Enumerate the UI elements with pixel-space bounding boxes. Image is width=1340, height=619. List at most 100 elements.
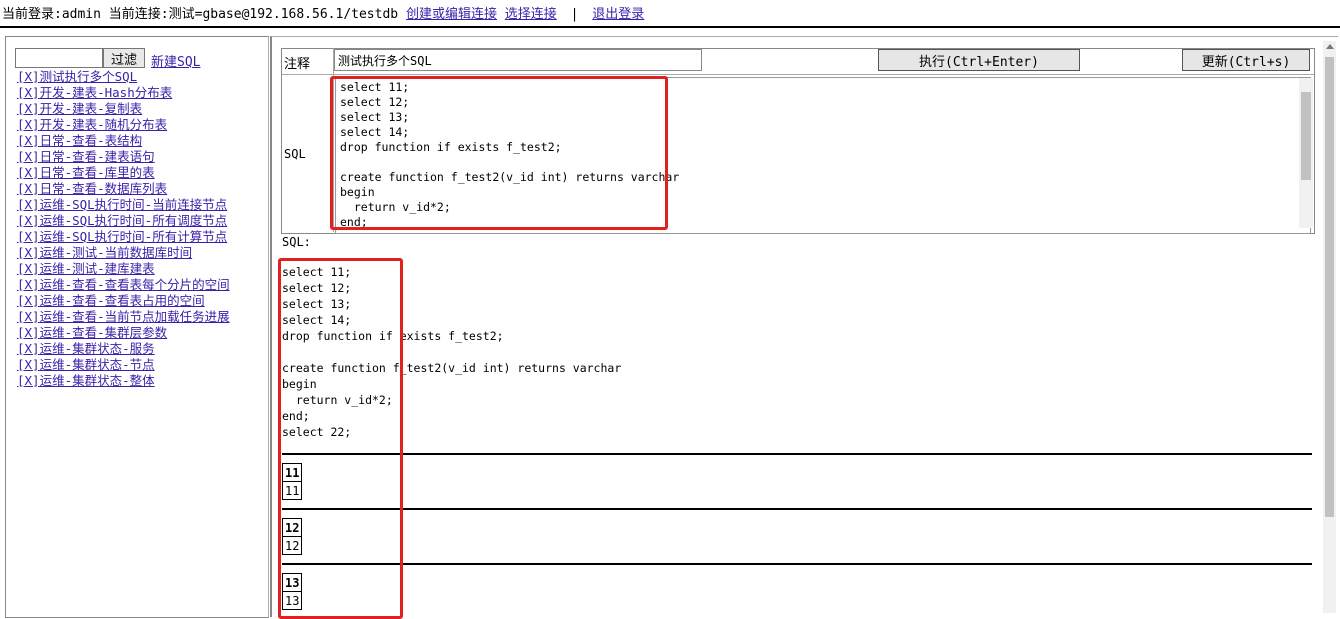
script-list-item: [X]运维-查看-当前节点加载任务进展 (17, 309, 230, 325)
comment-label: 注释 (284, 57, 311, 72)
form-row-divider (282, 74, 1314, 75)
scroll-up-arrow-icon[interactable] (1326, 44, 1334, 49)
page-scroll-thumb[interactable] (1325, 57, 1334, 517)
script-list-item: [X]运维-SQL执行时间-所有调度节点 (17, 213, 230, 229)
top-bar: 当前登录:admin 当前连接:测试=gbase@192.168.56.1/te… (2, 3, 644, 22)
script-link[interactable]: 运维-集群状态-节点 (40, 357, 155, 372)
delete-script-link[interactable]: [X] (17, 165, 40, 180)
script-list-item: [X]运维-测试-建库建表 (17, 261, 230, 277)
select-connection-link[interactable]: 选择连接 (505, 7, 557, 22)
script-link[interactable]: 日常-查看-建表语句 (40, 149, 155, 164)
delete-script-link[interactable]: [X] (17, 69, 40, 84)
script-list-item: [X]日常-查看-建表语句 (17, 149, 230, 165)
execute-button[interactable]: 执行(Ctrl+Enter) (878, 49, 1080, 71)
script-list-item: [X]运维-集群状态-节点 (17, 357, 230, 373)
delete-script-link[interactable]: [X] (17, 213, 40, 228)
script-list-item: [X]运维-集群状态-整体 (17, 373, 230, 389)
result-cell: 13 (281, 591, 303, 610)
script-link[interactable]: 开发-建表-随机分布表 (40, 117, 168, 132)
delete-script-link[interactable]: [X] (17, 325, 40, 340)
filter-input[interactable] (15, 48, 103, 68)
create-edit-connection-link[interactable]: 创建或编辑连接 (406, 7, 497, 22)
script-list-item: [X]运维-查看-集群层参数 (17, 325, 230, 341)
result-block: 12 12 (281, 508, 1312, 555)
editor-scrollbar[interactable] (1299, 78, 1313, 228)
separator: | (570, 7, 579, 22)
delete-script-link[interactable]: [X] (17, 149, 40, 164)
script-list-item: [X]测试执行多个SQL (17, 69, 230, 85)
delete-script-link[interactable]: [X] (17, 101, 40, 116)
editor-scroll-thumb[interactable] (1301, 92, 1311, 180)
delete-script-link[interactable]: [X] (17, 373, 40, 388)
result-divider (282, 453, 1312, 455)
delete-script-link[interactable]: [X] (17, 341, 40, 356)
delete-script-link[interactable]: [X] (17, 85, 40, 100)
script-link[interactable]: 日常-查看-表结构 (40, 133, 143, 148)
result-sql-label: SQL: (282, 235, 311, 249)
script-link[interactable]: 运维-查看-查看表每个分片的空间 (40, 277, 230, 292)
delete-script-link[interactable]: [X] (17, 293, 40, 308)
result-table: 13 13 (281, 573, 303, 610)
header-divider (0, 26, 1340, 28)
script-list: [X]测试执行多个SQL [X]开发-建表-Hash分布表 [X]开发-建表-复制表… (17, 69, 230, 389)
delete-script-link[interactable]: [X] (17, 261, 40, 276)
result-block: 11 11 (281, 453, 1312, 500)
result-table: 11 11 (281, 463, 303, 500)
delete-script-link[interactable]: [X] (17, 229, 40, 244)
script-link[interactable]: 日常-查看-数据库列表 (40, 181, 168, 196)
script-sidebar: 过滤 新建SQL [X]测试执行多个SQL [X]开发-建表-Hash分布表 [X]… (5, 36, 269, 618)
result-column-header: 12 (281, 518, 303, 537)
delete-script-link[interactable]: [X] (17, 197, 40, 212)
script-list-item: [X]开发-建表-复制表 (17, 101, 230, 117)
result-divider (282, 508, 1312, 510)
result-cell: 11 (281, 481, 303, 500)
script-list-item: [X]日常-查看-表结构 (17, 133, 230, 149)
script-list-item: [X]运维-集群状态-服务 (17, 341, 230, 357)
delete-script-link[interactable]: [X] (17, 277, 40, 292)
executed-sql-text: select 11; select 12; select 13; select … (282, 265, 622, 439)
main-panel: 注释 执行(Ctrl+Enter) 更新(Ctrl+s) SQL select … (270, 36, 1338, 617)
new-sql-link[interactable]: 新建SQL (151, 51, 200, 70)
script-link[interactable]: 测试执行多个SQL (40, 69, 138, 84)
result-table: 12 12 (281, 518, 303, 555)
script-link[interactable]: 运维-查看-集群层参数 (40, 325, 168, 340)
delete-script-link[interactable]: [X] (17, 309, 40, 324)
script-link[interactable]: 运维-测试-当前数据库时间 (40, 245, 193, 260)
script-link[interactable]: 运维-集群状态-服务 (40, 341, 155, 356)
script-list-item: [X]运维-SQL执行时间-当前连接节点 (17, 197, 230, 213)
script-link[interactable]: 日常-查看-库里的表 (40, 165, 155, 180)
result-block: 13 13 (281, 563, 1312, 610)
sql-editor[interactable]: select 11; select 12; select 13; select … (335, 77, 1311, 234)
logout-link[interactable]: 退出登录 (592, 7, 644, 22)
result-column-header: 13 (281, 573, 303, 592)
script-link[interactable]: 运维-SQL执行时间-所有计算节点 (40, 229, 228, 244)
delete-script-link[interactable]: [X] (17, 133, 40, 148)
delete-script-link[interactable]: [X] (17, 245, 40, 260)
login-status: 当前登录:admin 当前连接:测试=gbase@192.168.56.1/te… (2, 7, 399, 22)
form-column-divider (333, 48, 334, 232)
script-link[interactable]: 运维-集群状态-整体 (40, 373, 155, 388)
comment-field[interactable] (334, 49, 702, 71)
delete-script-link[interactable]: [X] (17, 181, 40, 196)
script-list-item: [X]开发-建表-Hash分布表 (17, 85, 230, 101)
result-cell: 12 (281, 536, 303, 555)
script-link[interactable]: 运维-查看-当前节点加载任务进展 (40, 309, 230, 324)
delete-script-link[interactable]: [X] (17, 357, 40, 372)
script-link[interactable]: 运维-测试-建库建表 (40, 261, 155, 276)
script-link[interactable]: 运维-SQL执行时间-当前连接节点 (40, 197, 228, 212)
script-list-item: [X]运维-SQL执行时间-所有计算节点 (17, 229, 230, 245)
script-list-item: [X]开发-建表-随机分布表 (17, 117, 230, 133)
result-divider (282, 563, 1312, 565)
sql-label: SQL (284, 147, 306, 161)
update-button[interactable]: 更新(Ctrl+s) (1182, 49, 1310, 71)
script-link[interactable]: 开发-建表-复制表 (40, 101, 143, 116)
script-link[interactable]: 运维-SQL执行时间-所有调度节点 (40, 213, 228, 228)
script-link[interactable]: 运维-查看-查看表占用的空间 (40, 293, 205, 308)
page-scrollbar[interactable] (1323, 41, 1336, 613)
script-list-item: [X]运维-查看-查看表每个分片的空间 (17, 277, 230, 293)
result-column-header: 11 (281, 463, 303, 482)
script-list-item: [X]日常-查看-数据库列表 (17, 181, 230, 197)
script-link[interactable]: 开发-建表-Hash分布表 (40, 85, 173, 100)
delete-script-link[interactable]: [X] (17, 117, 40, 132)
filter-button[interactable]: 过滤 (103, 48, 145, 68)
